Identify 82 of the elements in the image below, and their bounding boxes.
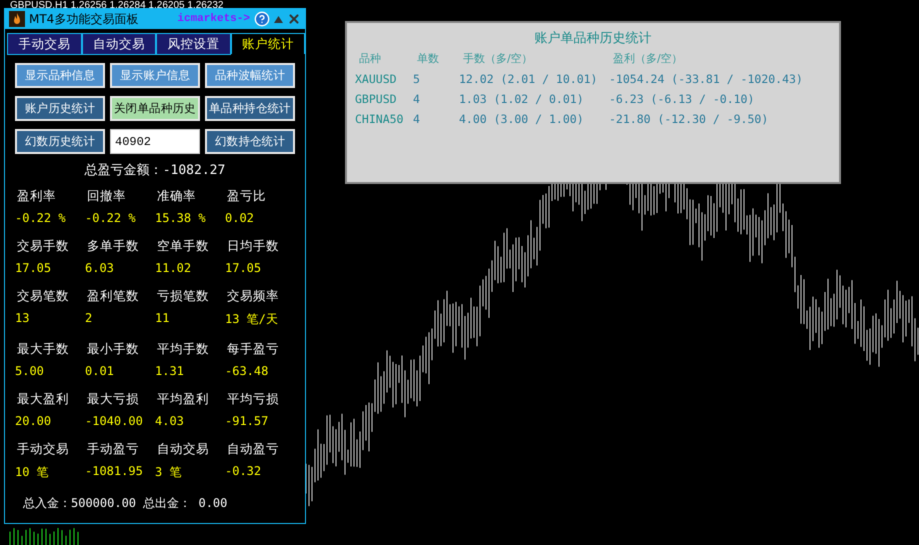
history-title: 账户单品种历史统计 (534, 30, 652, 47)
table-cell-text: 4.00 (3.00 / 1.00) (459, 112, 585, 126)
stat-label: 最大盈利 (16, 391, 70, 408)
stat-value: 13 (15, 311, 30, 327)
stat-label: 盈利笔数 (86, 288, 140, 305)
stat-value: 10 笔 (15, 464, 50, 481)
table-cell-text: GBPUSD (355, 92, 398, 106)
stat-value: -91.57 (225, 414, 270, 428)
stat-value: 5.00 (15, 364, 45, 378)
stat-value: 17.05 (15, 261, 52, 275)
panel-button[interactable]: 显示账户信息 (110, 63, 200, 88)
table-cell-text: 5 (413, 72, 421, 86)
stat-label: 平均盈利 (156, 391, 210, 408)
stat-value: 11.02 (155, 261, 192, 275)
stat-value: 2 (85, 311, 94, 327)
magic-number-field[interactable]: 40902 (110, 129, 200, 154)
panel-tab[interactable]: 自动交易 (82, 33, 156, 55)
stat-label: 盈亏比 (226, 188, 267, 205)
panel-title: MT4多功能交易面板 (29, 10, 138, 28)
panel-button[interactable]: 品种波幅统计 (205, 63, 295, 88)
panel-button[interactable]: 幻数历史统计 (15, 129, 105, 154)
total-profit-text: 总盈亏金额：-1082.27 (84, 162, 226, 179)
stat-value: 15.38 % (155, 211, 207, 225)
panel-button[interactable]: 幻数持仓统计 (205, 129, 295, 154)
stat-label: 交易手数 (16, 238, 70, 255)
panel-tab[interactable]: 账户统计 (230, 33, 305, 54)
stat-label: 空单手数 (156, 238, 210, 255)
column-header: 手数（多/空） (462, 51, 534, 66)
table-cell-text: -21.80 (-12.30 / -9.50) (609, 112, 770, 126)
panel-button[interactable]: 单品种持仓统计 (205, 96, 295, 121)
stat-value: 17.05 (225, 261, 262, 275)
table-cell-text: 4 (413, 112, 421, 126)
stat-label: 自动交易 (156, 441, 210, 458)
table-cell-text: -1054.24 (-33.81 / -1020.43) (609, 72, 804, 86)
panel-button[interactable]: 显示品种信息 (15, 63, 105, 88)
table-cell-text: CHINA50 (355, 112, 404, 126)
panel-tab[interactable]: 风控设置 (156, 33, 230, 55)
stat-label: 平均亏损 (226, 391, 280, 408)
stat-label: 盈利率 (16, 188, 57, 205)
stat-label: 准确率 (156, 188, 197, 205)
stat-value: -63.48 (225, 364, 270, 378)
stat-label: 手动交易 (16, 441, 70, 458)
stat-label: 交易笔数 (16, 288, 70, 305)
stat-label: 最大手数 (16, 341, 70, 358)
stat-label: 最大亏损 (86, 391, 140, 408)
stat-value: 13 笔/天 (225, 311, 279, 328)
stat-label: 平均手数 (156, 341, 210, 358)
stat-label: 日均手数 (226, 238, 280, 255)
stat-value: 4.03 (155, 414, 185, 428)
stat-value: -0.22 % (15, 211, 67, 225)
table-cell-text: 1.03 (1.02 / 0.01) (459, 92, 585, 106)
stat-value: 0.02 (225, 211, 255, 225)
stat-label: 多单手数 (86, 238, 140, 255)
column-header: 单数 (416, 51, 440, 66)
stat-label: 每手盈亏 (226, 341, 280, 358)
panel-button[interactable]: 账户历史统计 (15, 96, 105, 121)
stat-value: -0.32 (225, 464, 262, 480)
table-cell-text: XAUUSD (355, 72, 398, 86)
panel-tab[interactable]: 手动交易 (7, 33, 82, 55)
stat-value: 0.01 (85, 364, 115, 378)
stat-label: 交易频率 (226, 288, 280, 305)
stat-label: 回撤率 (86, 188, 127, 205)
table-cell-text: 4 (413, 92, 421, 106)
panel-button[interactable]: 关闭单品种历史 (110, 96, 200, 121)
table-cell-text: -6.23 (-6.13 / -0.10) (609, 92, 756, 106)
chart-symbol-header: GBPUSD,H1 1.26256 1.26284 1.26205 1.26232 (10, 0, 224, 11)
stat-label: 手动盈亏 (86, 441, 140, 458)
stat-value: -1081.95 (85, 464, 144, 480)
stat-label: 亏损笔数 (156, 288, 210, 305)
stat-label: 自动盈亏 (226, 441, 280, 458)
stat-label: 最小手数 (86, 341, 140, 358)
stat-value: 20.00 (15, 414, 52, 428)
column-header: 盈利（多/空） (612, 51, 684, 66)
stat-value: 3 笔 (155, 464, 182, 481)
stat-value: 1.31 (155, 364, 185, 378)
deposit-summary-text: 总入金：500000.00 总出金： 0.00 (22, 495, 228, 512)
table-cell-text: 12.02 (2.01 / 10.01) (459, 72, 598, 86)
stat-value: -1040.00 (85, 414, 144, 428)
stat-value: -0.22 % (85, 211, 137, 225)
stat-value: 6.03 (85, 261, 115, 275)
column-header: 品种 (358, 51, 382, 66)
stat-value: 11 (155, 311, 170, 327)
